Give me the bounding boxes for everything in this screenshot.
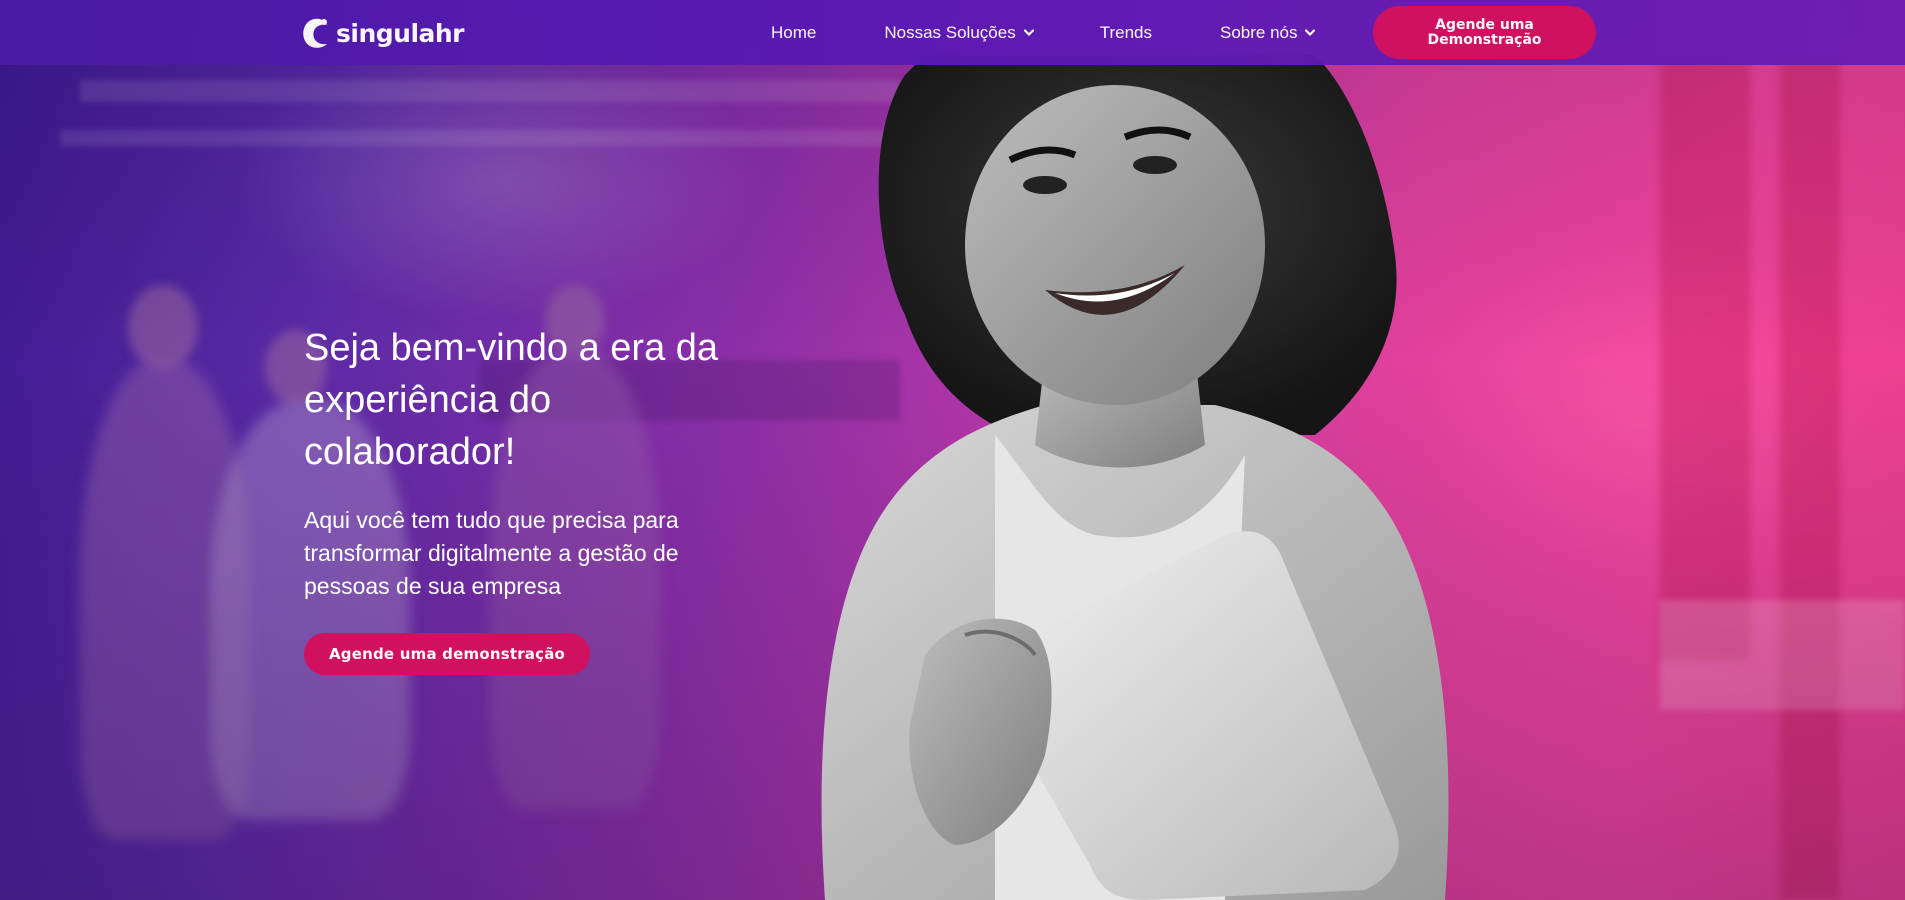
schedule-demo-hero-button[interactable]: Agende uma demonstração [304, 633, 591, 675]
page: singulahr Home Nossas Soluções Trends So… [0, 0, 1905, 900]
hero-woman-image [821, 55, 1449, 900]
nav-item-label: Nossas Soluções [884, 22, 1016, 42]
crescent-c-logo-icon [303, 18, 327, 48]
top-navbar: singulahr Home Nossas Soluções Trends So… [0, 0, 1905, 65]
brand-name: singulahr [336, 18, 465, 48]
main-nav: Home Nossas Soluções Trends Sobre nós [750, 0, 1316, 65]
nav-item-label: Trends [1099, 22, 1152, 42]
nav-item-label: Sobre nós [1219, 22, 1298, 42]
brand-logo[interactable]: singulahr [302, 17, 465, 49]
nav-item-home[interactable]: Home [771, 23, 816, 43]
schedule-demo-hero-label: Agende uma demonstração [329, 645, 566, 663]
schedule-demo-header-label: Agende uma Demonstração [1427, 16, 1542, 48]
schedule-demo-header-button[interactable]: Agende uma Demonstração [1373, 6, 1596, 59]
hero-headline: Seja bem-vindo a era da experiência do c… [304, 327, 719, 473]
chevron-down-icon [1023, 28, 1034, 36]
nav-item-label: Home [771, 22, 817, 42]
nav-item-sobre-nos[interactable]: Sobre nós [1220, 23, 1316, 43]
chevron-down-icon [1305, 28, 1316, 36]
hero-subheadline: Aqui você tem tudo que precisa para tran… [304, 507, 679, 599]
hero-content: Seja bem-vindo a era da experiência do c… [304, 322, 734, 675]
nav-item-trends[interactable]: Trends [1100, 23, 1152, 43]
nav-item-nossas-solucoes[interactable]: Nossas Soluções [884, 22, 1034, 43]
